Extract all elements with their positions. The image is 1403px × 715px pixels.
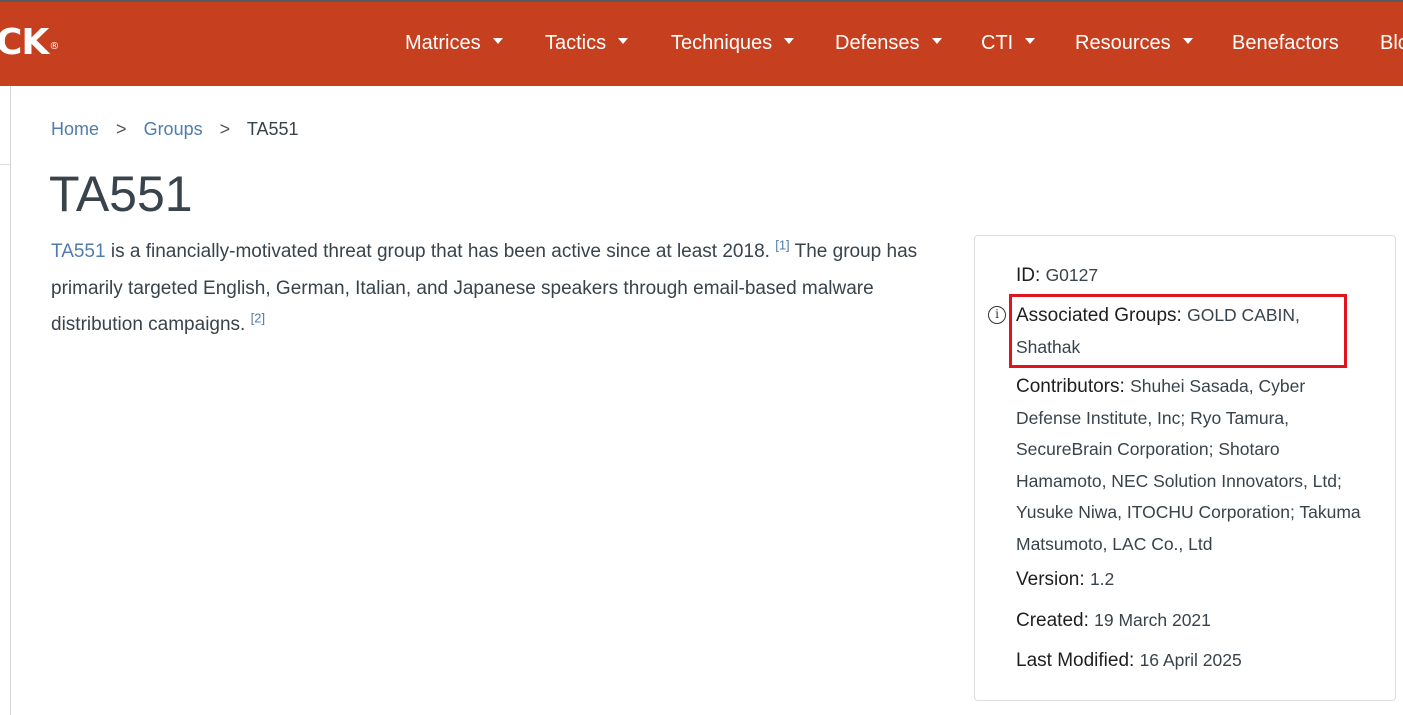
caret-down-icon — [492, 37, 503, 44]
nav-blog-link[interactable]: Blo — [1380, 30, 1403, 56]
page-title: TA551 — [49, 166, 193, 222]
caret-down-icon — [931, 37, 942, 44]
nav-matrices-dropdown[interactable]: Matrices — [405, 30, 503, 56]
contributors-label: Contributors: — [1016, 376, 1125, 397]
sidebar-divider — [10, 86, 11, 715]
last-modified-row: Last Modified: 16 April 2025 — [1016, 645, 1371, 677]
top-navbar: CK® Matrices Tactics Techniques Defenses… — [0, 2, 1403, 86]
highlight-box — [1009, 294, 1347, 368]
last-modified-value: 16 April 2025 — [1139, 650, 1242, 670]
brand-text[interactable]: CK — [0, 22, 49, 63]
nav-defenses-dropdown[interactable]: Defenses — [835, 30, 942, 56]
created-label: Created: — [1016, 610, 1089, 631]
reference-2-link[interactable]: [2] — [251, 311, 265, 326]
nav-label: Blo — [1380, 32, 1403, 54]
info-icon[interactable]: i — [988, 306, 1006, 324]
group-link[interactable]: TA551 — [51, 241, 106, 262]
group-description: TA551 is a financially-motivated threat … — [51, 234, 951, 344]
caret-down-icon — [1182, 37, 1193, 44]
registered-mark: ® — [49, 41, 59, 52]
contributors-row: Contributors: Shuhei Sasada, Cyber Defen… — [1016, 371, 1371, 560]
nav-tactics-dropdown[interactable]: Tactics — [545, 30, 629, 56]
created-value: 19 March 2021 — [1094, 610, 1211, 630]
caret-down-icon — [1025, 37, 1036, 44]
version-row: Version: 1.2 — [1016, 564, 1371, 596]
breadcrumb-separator: > — [116, 119, 127, 139]
description-text-1: is a financially-motivated threat group … — [105, 241, 776, 262]
created-row: Created: 19 March 2021 — [1016, 605, 1371, 637]
version-label: Version: — [1016, 569, 1085, 590]
nav-label: Tactics — [545, 32, 607, 54]
breadcrumb-groups-link[interactable]: Groups — [144, 119, 203, 139]
sidebar-edge-mark — [0, 164, 10, 165]
nav-label: Matrices — [405, 32, 481, 54]
nav-label: Defenses — [835, 32, 920, 54]
nav-benefactors-link[interactable]: Benefactors — [1232, 30, 1339, 56]
id-label: ID: — [1016, 265, 1041, 286]
caret-down-icon — [618, 37, 629, 44]
breadcrumb: Home > Groups > TA551 — [51, 118, 299, 140]
nav-label: Benefactors — [1232, 32, 1339, 54]
last-modified-label: Last Modified: — [1016, 650, 1135, 671]
breadcrumb-separator: > — [219, 119, 231, 139]
nav-techniques-dropdown[interactable]: Techniques — [671, 30, 795, 56]
brand-logo[interactable]: CK® — [0, 22, 59, 63]
id-value: G0127 — [1045, 265, 1099, 285]
caret-down-icon — [784, 37, 795, 44]
nav-cti-dropdown[interactable]: CTI — [981, 30, 1036, 56]
breadcrumb-current: TA551 — [246, 119, 299, 139]
nav-label: Techniques — [671, 32, 773, 54]
breadcrumb-home-link[interactable]: Home — [51, 119, 99, 139]
contributors-value: Shuhei Sasada, Cyber Defense Institute, … — [1016, 376, 1361, 554]
nav-label: Resources — [1075, 32, 1171, 54]
nav-resources-dropdown[interactable]: Resources — [1075, 30, 1193, 56]
version-value: 1.2 — [1089, 569, 1115, 589]
reference-1-link[interactable]: [1] — [775, 238, 789, 253]
id-row: ID: G0127 — [1016, 260, 1371, 292]
nav-label: CTI — [981, 32, 1014, 54]
